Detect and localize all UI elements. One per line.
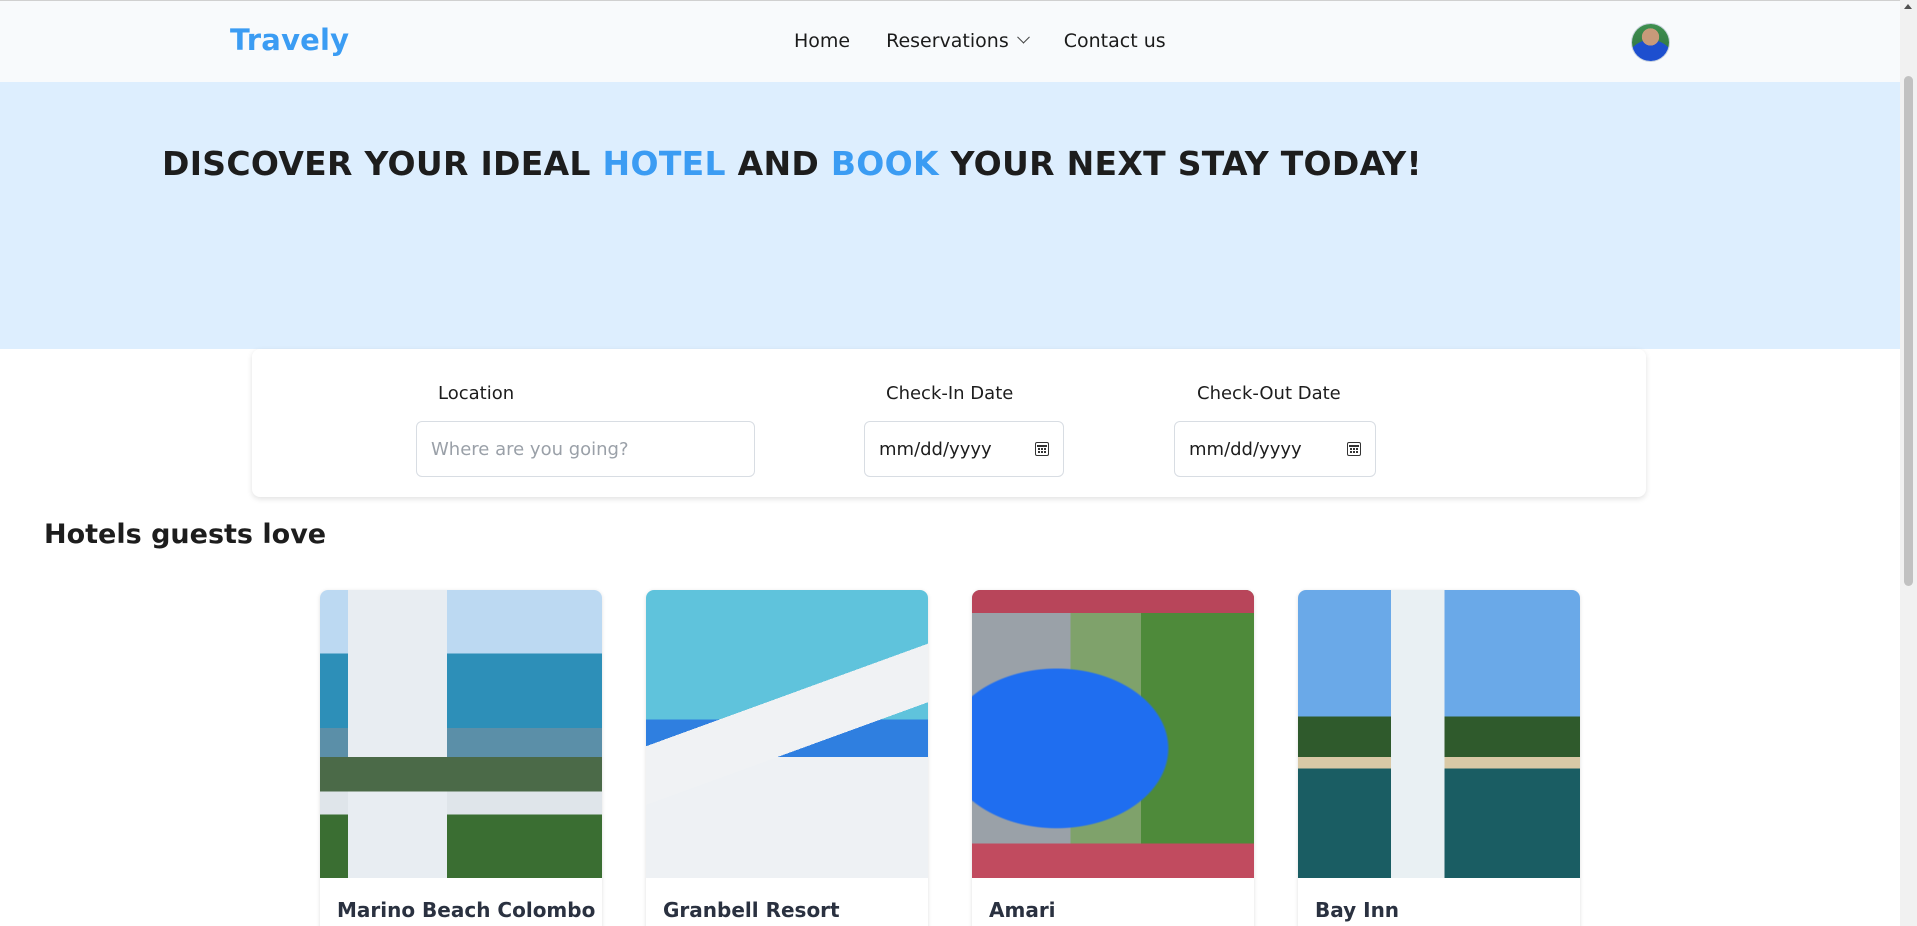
hotel-image[interactable] [972, 590, 1254, 878]
hero-title: DISCOVER YOUR IDEAL HOTEL AND BOOK YOUR … [162, 144, 1422, 183]
hotel-image[interactable] [320, 590, 602, 878]
brand-logo[interactable]: Travely [230, 23, 349, 57]
nav-item-contact-us[interactable]: Contact us [1064, 30, 1166, 52]
checkin-date-value: mm/dd/yyyy [879, 438, 992, 460]
calendar-icon[interactable] [1035, 442, 1049, 456]
hero-title-text-2: AND [725, 144, 831, 183]
hotel-image[interactable] [1298, 590, 1580, 878]
calendar-icon[interactable] [1347, 442, 1361, 456]
top-navbar: Travely Home Reservations Contact us [0, 0, 1900, 82]
search-card: Location Check-In Date mm/dd/yyyy Check-… [252, 349, 1646, 497]
main-nav: Home Reservations Contact us [794, 30, 1166, 52]
hotel-image[interactable] [646, 590, 928, 878]
scroll-up-arrow-icon[interactable] [1904, 4, 1912, 9]
checkout-date-value: mm/dd/yyyy [1189, 438, 1302, 460]
hero-banner: DISCOVER YOUR IDEAL HOTEL AND BOOK YOUR … [0, 82, 1900, 349]
location-label: Location [438, 383, 515, 404]
hotel-card[interactable]: Granbell Resort [646, 590, 928, 926]
page-scrollbar[interactable] [1900, 0, 1917, 926]
nav-item-reservations[interactable]: Reservations [886, 30, 1030, 52]
nav-item-home[interactable]: Home [794, 30, 850, 52]
checkout-date-input[interactable]: mm/dd/yyyy [1174, 421, 1376, 477]
hero-title-text-3: YOUR NEXT STAY TODAY! [938, 144, 1422, 183]
hotel-name[interactable]: Amari [989, 898, 1056, 922]
checkin-date-input[interactable]: mm/dd/yyyy [864, 421, 1064, 477]
scrollbar-thumb[interactable] [1904, 76, 1913, 586]
hotel-card[interactable]: Marino Beach Colombo [320, 590, 602, 926]
location-input[interactable] [416, 421, 755, 477]
hero-title-text-1: DISCOVER YOUR IDEAL [162, 144, 603, 183]
user-avatar[interactable] [1632, 24, 1669, 61]
section-title: Hotels guests love [44, 519, 327, 550]
hotel-name[interactable]: Bay Inn [1315, 898, 1399, 922]
hotel-card[interactable]: Amari [972, 590, 1254, 926]
checkin-label: Check-In Date [886, 383, 1014, 404]
hero-title-accent-hotel: HOTEL [602, 144, 726, 183]
hero-title-accent-book: BOOK [830, 144, 939, 183]
nav-item-reservations-label: Reservations [886, 30, 1009, 52]
chevron-down-icon [1016, 30, 1030, 44]
page: Travely Home Reservations Contact us DIS… [0, 0, 1917, 926]
hotel-card[interactable]: Bay Inn [1298, 590, 1580, 926]
checkout-label: Check-Out Date [1197, 383, 1341, 404]
hotel-name[interactable]: Marino Beach Colombo [337, 898, 595, 922]
hotel-name[interactable]: Granbell Resort [663, 898, 840, 922]
